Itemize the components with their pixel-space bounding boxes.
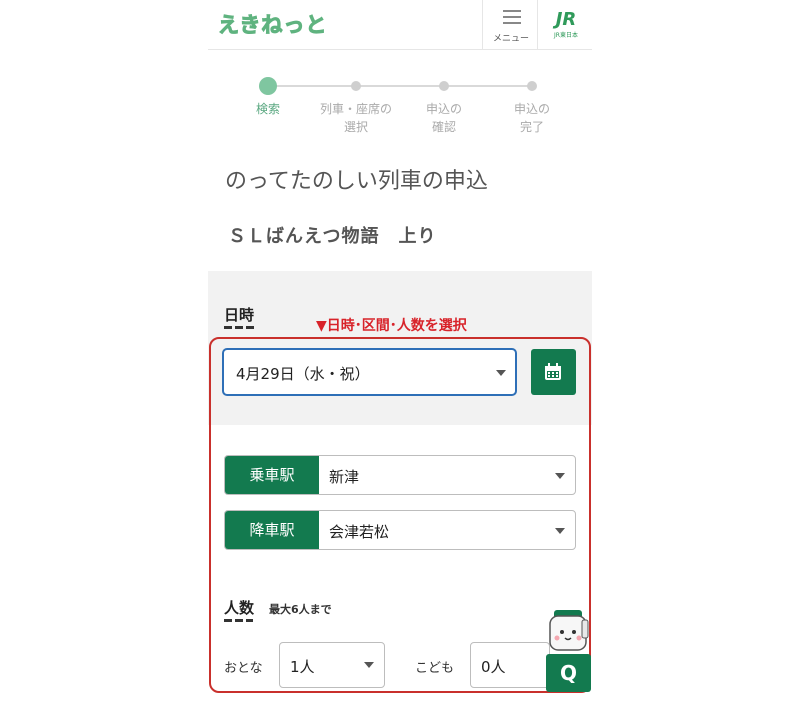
child-count-select[interactable]: 0人 [470,642,550,688]
boarding-station-value: 新津 [329,468,360,486]
step-dot [527,81,537,91]
step-dot-active [259,77,277,95]
calendar-button[interactable] [531,349,576,395]
logo-text: えきねっと [217,13,328,38]
adult-label: おとな [224,661,263,676]
alighting-station-select[interactable]: 降車駅 会津若松 [224,510,576,550]
menu-button[interactable]: メニュー [482,0,538,50]
instruction-annotation: ▼日時･区間･人数を選択 [316,318,467,334]
adult-count-value: 1人 [290,658,315,676]
alighting-station-label: 降車駅 [225,511,319,549]
persons-note: 最大6人まで [269,603,332,616]
hamburger-icon [503,10,521,24]
persons-label: 人数 [224,599,255,617]
page-title: のってたのしい列車の申込 [225,169,488,194]
datetime-label: 日時 [224,306,255,324]
jr-mark: JR [555,9,577,30]
progress-stepper: 検索 列車・座席の 選択 申込の 確認 申込の 完了 [208,77,592,138]
mascot-icon[interactable] [546,608,590,654]
adult-count-select[interactable]: 1人 [279,642,385,688]
step-search: 検索 [218,77,318,118]
step-dot [439,81,449,91]
chevron-down-icon [555,473,565,479]
child-count-value: 0人 [481,658,506,676]
chevron-down-icon [496,370,506,376]
step-label: 申込の 確認 [425,102,462,134]
child-label: こども [415,661,455,676]
header: えきねっと メニュー JR JR東日本 [208,0,592,50]
jr-sub: JR東日本 [554,32,578,39]
date-select[interactable]: 4月29日（水・祝） [222,348,517,396]
step-label: 列車・座席の 選択 [319,102,392,134]
help-q-button[interactable]: Q [546,654,591,692]
boarding-station-select[interactable]: 乗車駅 新津 [224,455,576,495]
label-underline [224,326,257,329]
app-container: えきねっと メニュー JR JR東日本 検索 列車・座席の 選択 申込の 確認 … [208,0,592,706]
step-confirm: 申込の 確認 [394,78,494,136]
calendar-icon [545,363,561,380]
label-underline [224,619,253,622]
chevron-down-icon [364,662,374,668]
menu-label: メニュー [492,34,529,44]
step-dot [351,81,361,91]
step-label: 申込の 完了 [513,102,550,134]
date-value: 4月29日（水・祝） [236,365,370,383]
alighting-station-value: 会津若松 [329,523,390,541]
step-label: 検索 [255,102,280,116]
step-train-seat: 列車・座席の 選択 [306,78,406,136]
ekinet-logo[interactable]: えきねっと [217,8,328,40]
jr-east-logo[interactable]: JR JR東日本 [548,10,584,40]
boarding-station-label: 乗車駅 [225,456,319,494]
train-name: ＳＬばんえつ物語 上り [228,226,437,247]
chevron-down-icon [555,528,565,534]
step-complete: 申込の 完了 [482,78,582,136]
